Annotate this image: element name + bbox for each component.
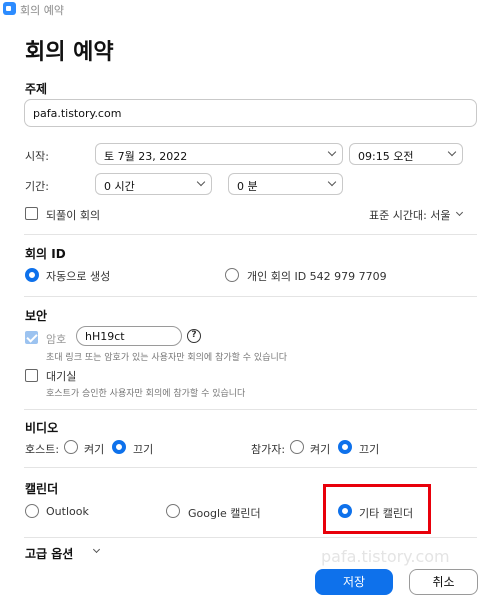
duration-minutes-value: 0 분 [237, 180, 258, 193]
divider [24, 467, 477, 468]
annotation-highlight-box [323, 484, 431, 534]
start-date-value: 토 7월 23, 2022 [104, 150, 188, 163]
chevron-down-icon [447, 147, 457, 157]
watermark: pafa.tistory.com [321, 547, 450, 566]
chevron-down-icon [196, 177, 206, 187]
video-participants-on-radio[interactable] [290, 440, 304, 454]
divider [24, 409, 477, 410]
start-time-value: 09:15 오전 [358, 150, 414, 163]
window-title: 회의 예약 [20, 4, 64, 17]
video-host-on-label: 켜기 [84, 443, 105, 456]
video-participants-label: 참가자: [251, 443, 286, 456]
video-host-off-label: 끄기 [133, 443, 154, 456]
divider [24, 537, 477, 538]
start-time-select[interactable]: 09:15 오전 [349, 143, 463, 165]
chevron-down-icon [327, 177, 337, 187]
meeting-id-personal-radio[interactable] [225, 268, 239, 282]
passcode-input[interactable]: hH19ct [76, 326, 182, 346]
advanced-options-toggle[interactable]: 고급 옵션 [25, 545, 73, 562]
save-button[interactable]: 저장 [315, 569, 393, 595]
help-icon[interactable]: ? [187, 329, 201, 343]
video-host-on-radio[interactable] [64, 440, 78, 454]
divider [24, 234, 477, 235]
timezone-select[interactable]: 표준 시간대: 서울 [369, 207, 451, 223]
chevron-down-icon [455, 208, 464, 217]
waiting-room-hint: 호스트가 승인한 사용자만 회의에 참가할 수 있습니다 [46, 389, 246, 399]
calendar-google-radio[interactable] [166, 504, 180, 518]
meeting-id-personal-label: 개인 회의 ID 542 979 7709 [247, 270, 387, 283]
topic-input[interactable]: pafa.tistory.com [24, 99, 477, 127]
meeting-id-auto-radio[interactable] [25, 268, 39, 282]
video-participants-off-label: 끄기 [359, 443, 380, 456]
duration-hours-select[interactable]: 0 시간 [95, 173, 212, 195]
chevron-down-icon [327, 147, 337, 157]
video-host-off-radio[interactable] [112, 440, 126, 454]
calendar-google-label: Google 캘린더 [188, 507, 261, 520]
start-date-select[interactable]: 토 7월 23, 2022 [95, 143, 343, 165]
calendar-outlook-radio[interactable] [25, 504, 39, 518]
waiting-room-checkbox[interactable] [25, 369, 38, 382]
divider [24, 296, 477, 297]
duration-label: 기간: [25, 180, 49, 193]
zoom-app-icon [3, 2, 16, 15]
calendar-outlook-label: Outlook [46, 505, 89, 518]
video-participants-on-label: 켜기 [310, 443, 331, 456]
page-title: 회의 예약 [25, 40, 114, 65]
start-label: 시작: [25, 150, 49, 163]
video-host-label: 호스트: [25, 443, 60, 456]
cancel-button[interactable]: 취소 [409, 569, 478, 595]
meeting-id-section-title: 회의 ID [25, 247, 66, 261]
passcode-hint: 초대 링크 또는 암호가 있는 사용자만 회의에 참가할 수 있습니다 [46, 353, 288, 363]
waiting-room-label: 대기실 [46, 370, 77, 383]
chevron-down-icon [92, 545, 101, 554]
passcode-checkbox[interactable] [25, 331, 38, 344]
title-bar: 회의 예약 [0, 0, 500, 18]
video-participants-off-radio[interactable] [338, 440, 352, 454]
meeting-id-auto-label: 자동으로 생성 [46, 270, 111, 283]
advanced-options-label: 고급 옵션 [25, 547, 74, 561]
security-section-title: 보안 [25, 309, 48, 323]
recurring-label: 되풀이 회의 [46, 209, 101, 222]
passcode-label: 암호 [46, 333, 67, 346]
duration-hours-value: 0 시간 [104, 180, 135, 193]
duration-minutes-select[interactable]: 0 분 [228, 173, 343, 195]
topic-label: 주제 [25, 82, 48, 96]
recurring-checkbox[interactable] [25, 207, 38, 220]
video-section-title: 비디오 [25, 421, 59, 435]
calendar-section-title: 캘린더 [25, 482, 59, 496]
